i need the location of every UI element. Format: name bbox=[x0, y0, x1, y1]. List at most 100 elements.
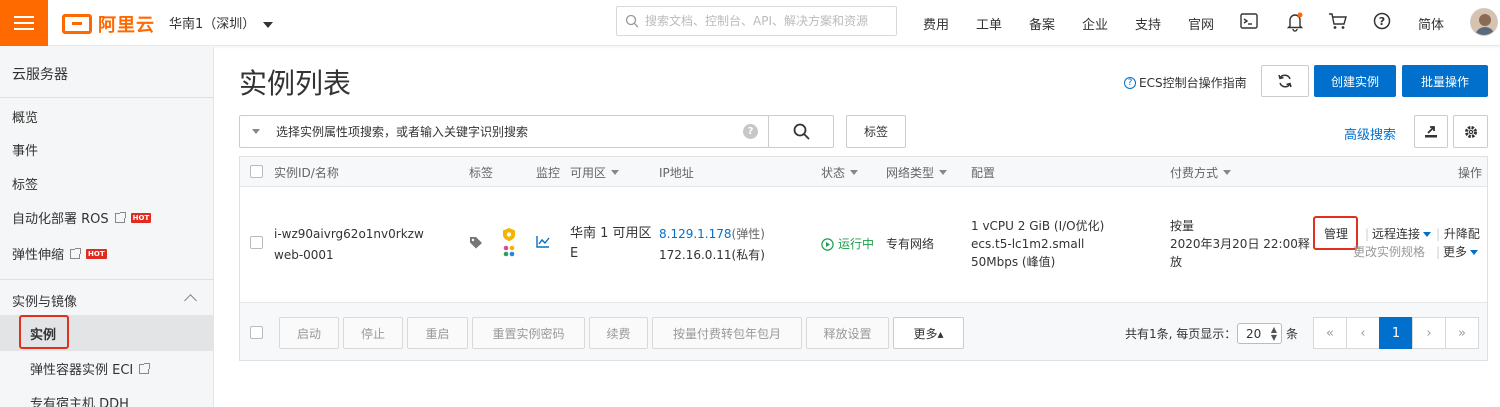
bell-icon[interactable] bbox=[1286, 12, 1304, 32]
nav-official-site[interactable]: 官网 bbox=[1188, 14, 1214, 33]
col-actions: 操作 bbox=[1458, 166, 1483, 180]
col-billing-label: 付费方式 bbox=[1170, 166, 1219, 180]
col-network[interactable]: 网络类型 bbox=[886, 164, 948, 181]
advanced-search-link[interactable]: 高级搜索 bbox=[1344, 124, 1396, 143]
chevron-down-icon[interactable] bbox=[252, 129, 260, 134]
sidebar-item-label: 自动化部署 ROS bbox=[12, 212, 109, 227]
restart-button[interactable]: 重启 bbox=[407, 317, 468, 349]
col-network-label: 网络类型 bbox=[886, 166, 935, 180]
public-ip-suffix: (弹性) bbox=[731, 227, 765, 241]
search-button[interactable] bbox=[768, 115, 834, 148]
sidebar-item-label: 弹性伸缩 bbox=[12, 248, 65, 263]
stepper-arrows-icon: ▲ ▼ bbox=[1270, 325, 1277, 342]
highlight-box-manage bbox=[1313, 216, 1358, 250]
region-selector[interactable]: 华南1（深圳） bbox=[169, 13, 274, 32]
page-size-select[interactable]: 20 ▲ ▼ bbox=[1237, 323, 1282, 344]
help-icon[interactable]: ? bbox=[743, 124, 758, 139]
col-zone-label: 可用区 bbox=[570, 166, 607, 180]
sidebar-item-tags[interactable]: 标签 bbox=[12, 174, 38, 193]
language-selector[interactable]: 简体 bbox=[1418, 14, 1444, 33]
page-title: 实例列表 bbox=[239, 67, 352, 100]
sidebar-item-ros[interactable]: 自动化部署 ROS HOT bbox=[12, 208, 152, 227]
svg-text:?: ? bbox=[1379, 15, 1385, 28]
sidebar-item-label: 弹性容器实例 ECI bbox=[30, 363, 134, 378]
renew-button[interactable]: 续费 bbox=[589, 317, 648, 349]
search-icon bbox=[625, 14, 639, 28]
col-tags: 标签 bbox=[469, 166, 494, 180]
top-bar: 阿里云 华南1（深圳） 费用 工单 备案 企业 支持 官网 ? 简体 bbox=[0, 0, 1500, 46]
last-page-button[interactable]: » bbox=[1445, 317, 1479, 349]
export-button[interactable] bbox=[1414, 115, 1448, 148]
tag-filter-button[interactable]: 标签 bbox=[846, 115, 906, 148]
hot-badge: HOT bbox=[130, 212, 152, 223]
instance-name: web-0001 bbox=[274, 248, 334, 262]
refresh-button[interactable] bbox=[1261, 65, 1309, 97]
sidebar-item-eci[interactable]: 弹性容器实例 ECI bbox=[30, 359, 151, 378]
nav-tickets[interactable]: 工单 bbox=[976, 14, 1002, 33]
release-settings-button[interactable]: 释放设置 bbox=[806, 317, 889, 349]
aliyun-logo[interactable]: 阿里云 bbox=[62, 11, 155, 37]
terminal-icon[interactable] bbox=[1240, 12, 1258, 30]
change-spec-link[interactable]: 更改实例规格 bbox=[1353, 243, 1425, 261]
reset-password-button[interactable]: 重置实例密码 bbox=[472, 317, 585, 349]
batch-operation-button[interactable]: 批量操作 bbox=[1402, 65, 1488, 97]
remote-connect-link[interactable]: | 远程连接 bbox=[1365, 225, 1432, 243]
nav-fees[interactable]: 费用 bbox=[923, 14, 949, 33]
footer-select-all-checkbox[interactable] bbox=[250, 326, 263, 339]
summary-suffix: 条 bbox=[1286, 327, 1299, 341]
chevron-up-icon[interactable] bbox=[184, 294, 197, 307]
console-guide-label: ECS控制台操作指南 bbox=[1139, 76, 1247, 90]
table-footer: 启动 停止 重启 重置实例密码 续费 按量付费转包年包月 释放设置 更多▴ 共有… bbox=[240, 303, 1487, 360]
sidebar-group-instances-images[interactable]: 实例与镜像 bbox=[12, 291, 77, 310]
hamburger-menu-button[interactable] bbox=[0, 0, 48, 46]
chevron-down-icon bbox=[939, 170, 948, 175]
sidebar-item-overview[interactable]: 概览 bbox=[12, 107, 38, 126]
tag-icon[interactable] bbox=[469, 236, 483, 249]
stop-button[interactable]: 停止 bbox=[343, 317, 403, 349]
sidebar-item-events[interactable]: 事件 bbox=[12, 140, 38, 159]
console-guide-link[interactable]: ? ECS控制台操作指南 bbox=[1124, 74, 1247, 91]
external-link-icon bbox=[70, 247, 82, 259]
instance-filter[interactable]: 选择实例属性项搜索，或者输入关键字识别搜索 ? bbox=[239, 115, 769, 148]
col-billing[interactable]: 付费方式 bbox=[1170, 164, 1232, 181]
more-actions-link[interactable]: | 更多 bbox=[1436, 243, 1479, 261]
sidebar-group-label: 实例与镜像 bbox=[12, 295, 78, 310]
user-avatar[interactable] bbox=[1470, 8, 1498, 36]
cart-icon[interactable] bbox=[1328, 12, 1348, 30]
start-button[interactable]: 启动 bbox=[279, 317, 339, 349]
monitor-chart-icon[interactable] bbox=[536, 235, 550, 248]
zone-line1: 华南 1 可用区 bbox=[570, 226, 652, 241]
chevron-down-icon bbox=[850, 170, 859, 175]
col-status[interactable]: 状态 bbox=[821, 164, 859, 181]
gear-icon bbox=[1464, 125, 1477, 138]
hot-badge: HOT bbox=[86, 248, 107, 259]
page-1-button[interactable]: 1 bbox=[1379, 317, 1413, 349]
instance-id-link[interactable]: i-wz90aivrg62o1nv0rkzw bbox=[274, 225, 424, 243]
row-checkbox[interactable] bbox=[250, 236, 263, 249]
select-all-checkbox[interactable] bbox=[250, 165, 263, 178]
switch-to-subscription-button[interactable]: 按量付费转包年包月 bbox=[652, 317, 802, 349]
global-search[interactable] bbox=[616, 6, 897, 36]
sidebar-item-ddh[interactable]: 专有宿主机 DDH bbox=[30, 393, 129, 407]
footer-more-button[interactable]: 更多▴ bbox=[893, 317, 964, 349]
first-page-button[interactable]: « bbox=[1313, 317, 1347, 349]
sidebar-item-auto-scaling[interactable]: 弹性伸缩 HOT bbox=[12, 244, 107, 263]
nav-icp[interactable]: 备案 bbox=[1029, 14, 1055, 33]
prev-page-button[interactable]: ‹ bbox=[1346, 317, 1380, 349]
search-icon bbox=[793, 123, 810, 140]
global-search-input[interactable] bbox=[645, 14, 895, 28]
external-link-icon bbox=[139, 362, 151, 374]
next-page-button[interactable]: › bbox=[1412, 317, 1446, 349]
nav-support[interactable]: 支持 bbox=[1135, 14, 1161, 33]
public-ip-link[interactable]: 8.129.1.178 bbox=[659, 227, 732, 241]
chevron-down-icon bbox=[1423, 231, 1432, 237]
col-zone[interactable]: 可用区 bbox=[570, 164, 620, 181]
security-agent-icon[interactable] bbox=[502, 227, 516, 259]
nav-enterprise[interactable]: 企业 bbox=[1082, 14, 1108, 33]
upgrade-link[interactable]: | 升降配 bbox=[1436, 225, 1480, 243]
help-icon[interactable]: ? bbox=[1373, 12, 1391, 30]
create-instance-button[interactable]: 创建实例 bbox=[1314, 65, 1396, 97]
settings-button[interactable] bbox=[1453, 115, 1488, 148]
instance-type-link[interactable]: ecs.t5-lc1m2.small bbox=[971, 235, 1084, 253]
network-type: 专有网络 bbox=[886, 237, 935, 251]
